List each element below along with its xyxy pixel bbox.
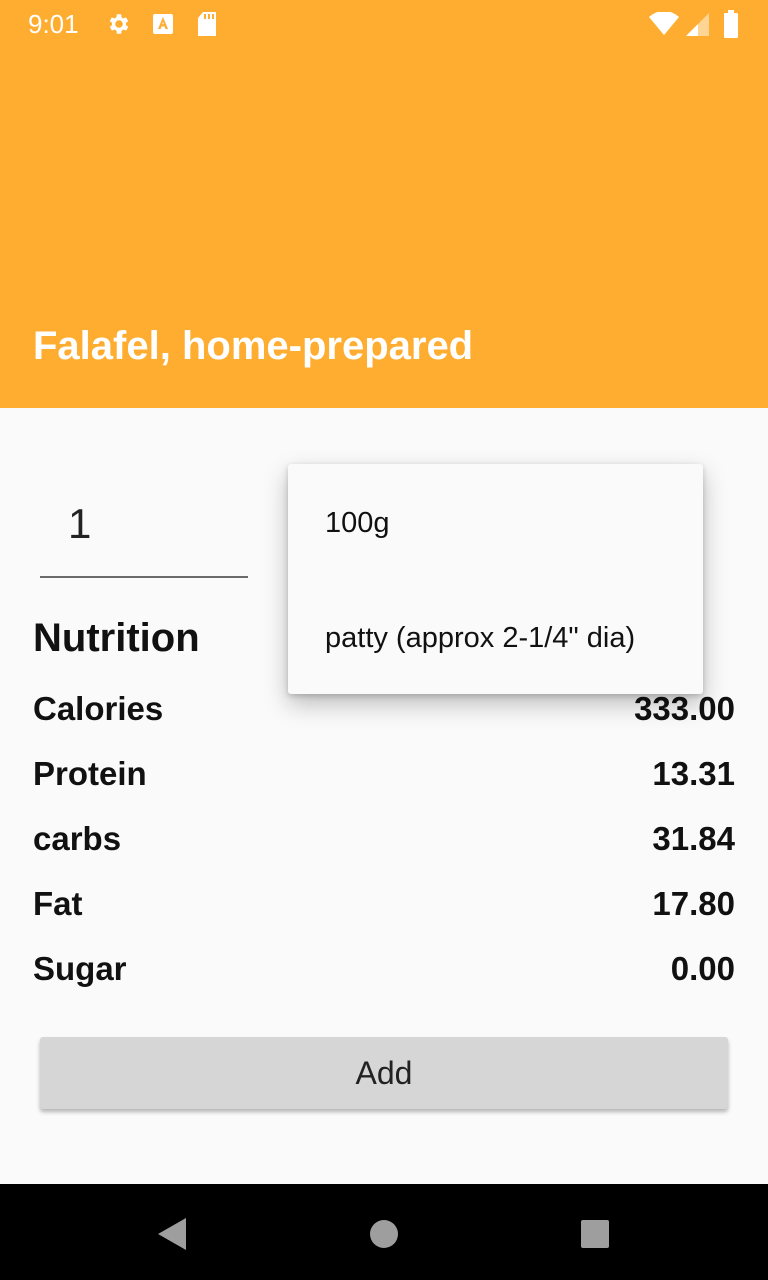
nutrition-row-carbs: carbs 31.84 [33, 820, 735, 868]
nutrition-label: Protein [33, 755, 147, 792]
add-button[interactable]: Add [40, 1037, 728, 1109]
nutrition-label: Calories [33, 690, 164, 727]
navigation-bar [0, 1184, 768, 1280]
nutrition-row-sugar: Sugar 0.00 [33, 950, 735, 998]
signal-icon [684, 10, 710, 38]
nutrition-value: 0.00 [670, 950, 735, 987]
nutrition-row-protein: Protein 13.31 [33, 755, 735, 803]
status-bar: 9:01 [0, 0, 768, 48]
dropdown-option-100g[interactable]: 100g [288, 466, 703, 581]
unit-dropdown-menu: 100g patty (approx 2-1/4" dia) [288, 464, 703, 694]
sd-card-icon [194, 10, 220, 38]
nutrition-value: 17.80 [652, 885, 735, 922]
nutrition-value: 31.84 [652, 820, 735, 857]
a-badge-icon [150, 10, 176, 38]
nutrition-label: Fat [33, 885, 83, 922]
quantity-value[interactable]: 1 [68, 500, 91, 548]
app-bar: Falafel, home-prepared [0, 48, 768, 408]
status-time: 9:01 [28, 9, 79, 39]
nutrition-label: carbs [33, 820, 122, 857]
home-icon[interactable] [364, 1214, 404, 1254]
recents-icon[interactable] [575, 1214, 615, 1254]
dropdown-option-patty[interactable]: patty (approx 2-1/4" dia) [288, 581, 703, 696]
gear-icon [106, 10, 132, 38]
nutrition-row-fat: Fat 17.80 [33, 885, 735, 933]
back-icon[interactable] [152, 1214, 192, 1254]
battery-icon [720, 10, 742, 38]
nutrition-value: 13.31 [652, 755, 735, 792]
wifi-icon [648, 10, 680, 38]
nutrition-title: Nutrition [33, 616, 200, 660]
page-title: Falafel, home-prepared [33, 324, 474, 368]
quantity-input[interactable]: 1 [40, 490, 248, 578]
nutrition-row-calories: Calories 333.00 [33, 690, 735, 738]
nutrition-label: Sugar [33, 950, 127, 987]
